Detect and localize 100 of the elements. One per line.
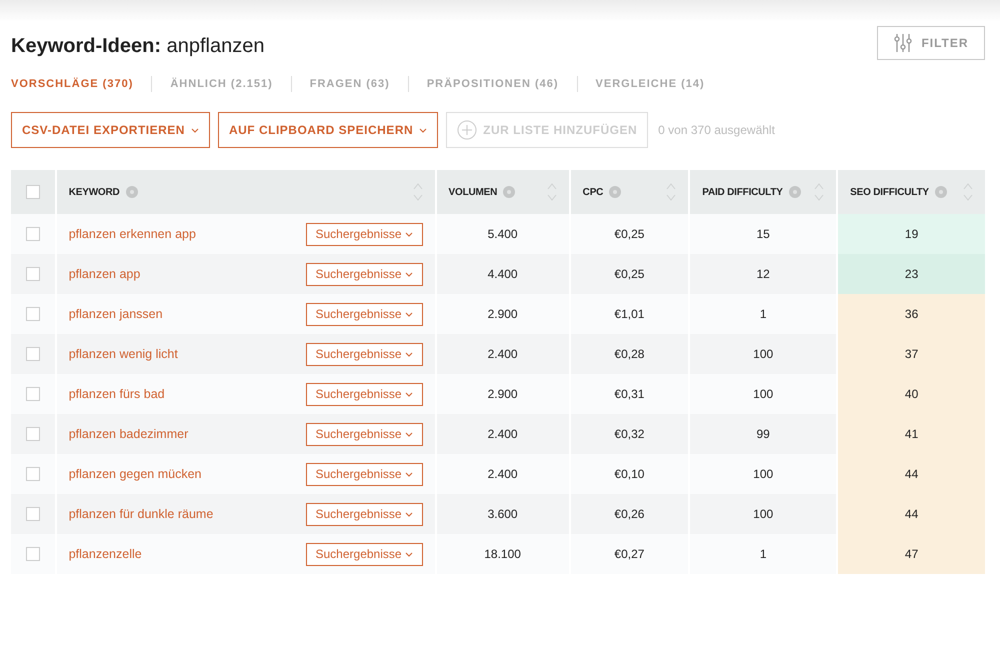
sliders-icon: [893, 33, 914, 53]
table-cell: 2.400: [436, 414, 570, 454]
caret-icon: [190, 128, 199, 132]
table-cell: 4.400: [436, 254, 570, 294]
seo-difficulty-cell: 37: [837, 334, 985, 374]
serp-dropdown[interactable]: Suchergebnisse: [306, 422, 423, 446]
serp-dropdown[interactable]: Suchergebnisse: [306, 262, 423, 286]
keyword-link[interactable]: pflanzen gegen mücken: [68, 467, 202, 481]
table-cell: 12: [689, 254, 838, 294]
table-cell: 2.400: [436, 454, 570, 494]
checkbox[interactable]: [26, 467, 40, 481]
caret-icon: [404, 272, 413, 276]
sort-icon: [963, 182, 973, 202]
checkbox[interactable]: [26, 547, 40, 561]
column-label: VOLUMEN: [448, 186, 498, 198]
sort-icon: [666, 182, 676, 202]
serp-dropdown[interactable]: Suchergebnisse: [306, 222, 423, 246]
sort-icon: [412, 182, 423, 202]
column-label: CPC: [582, 186, 604, 198]
table-cell: €0,10: [570, 454, 690, 494]
tab[interactable]: FRAGEN (63): [290, 76, 408, 92]
table-cell: 99: [689, 414, 838, 454]
keyword-link[interactable]: pflanzen erkennen app: [68, 227, 196, 241]
seo-difficulty-cell: 36: [837, 294, 985, 334]
keyword-link[interactable]: pflanzen app: [68, 267, 140, 281]
checkbox[interactable]: [26, 307, 40, 321]
dropdown-button[interactable]: CSV-DATEI EXPORTIEREN: [11, 112, 210, 148]
sort-icon: [546, 182, 557, 202]
column-label: KEYWORD: [68, 186, 120, 198]
keyword-link[interactable]: pflanzenzelle: [68, 547, 142, 561]
table-cell: 5.400: [436, 214, 570, 254]
table-cell: 1: [689, 534, 838, 574]
table-cell: 2.900: [436, 374, 570, 414]
checkbox[interactable]: [26, 507, 40, 521]
seo-difficulty-cell: 44: [837, 454, 985, 494]
help-icon: [503, 186, 516, 198]
table-cell: €1,01: [570, 294, 690, 334]
checkbox[interactable]: [26, 267, 40, 281]
checkbox[interactable]: [26, 347, 40, 361]
table-cell: 100: [689, 334, 838, 374]
table-cell: €0,31: [570, 374, 690, 414]
keyword-link[interactable]: pflanzen für dunkle räume: [68, 507, 214, 521]
help-icon: [609, 186, 622, 198]
caret-icon: [404, 432, 413, 436]
serp-dropdown[interactable]: Suchergebnisse: [306, 542, 423, 566]
selection-count: 0 von 370 ausgewählt: [658, 123, 775, 137]
table-cell: 1: [689, 294, 838, 334]
serp-dropdown[interactable]: Suchergebnisse: [306, 462, 423, 486]
seo-difficulty-cell: 41: [837, 414, 985, 454]
help-icon: [788, 186, 801, 198]
caret-icon: [419, 128, 428, 132]
seo-difficulty-cell: 44: [837, 494, 985, 534]
checkbox[interactable]: [26, 387, 40, 401]
tab[interactable]: ÄHNLICH (2.151): [151, 76, 291, 92]
caret-icon: [404, 512, 413, 516]
caret-icon: [404, 312, 413, 316]
table-cell: 3.600: [436, 494, 570, 534]
table-cell: 100: [689, 374, 838, 414]
seo-difficulty-cell: 23: [837, 254, 985, 294]
table-cell: 100: [689, 494, 838, 534]
table-cell: €0,25: [570, 254, 690, 294]
keyword-link[interactable]: pflanzen badezimmer: [68, 427, 188, 441]
serp-dropdown[interactable]: Suchergebnisse: [306, 342, 423, 366]
table-cell: 2.900: [436, 294, 570, 334]
keyword-link[interactable]: pflanzen fürs bad: [68, 387, 165, 401]
table-cell: 2.400: [436, 334, 570, 374]
checkbox[interactable]: [26, 227, 40, 241]
tab[interactable]: VERGLEICHE (14): [576, 76, 723, 92]
caret-icon: [404, 552, 413, 556]
page-title: Keyword-Ideen: anpflanzen: [11, 34, 264, 58]
sort-icon: [814, 182, 824, 202]
table-cell: €0,25: [570, 214, 690, 254]
dropdown-button[interactable]: AUF CLIPBOARD SPEICHERN: [218, 112, 438, 148]
checkbox[interactable]: [26, 185, 40, 199]
serp-dropdown[interactable]: Suchergebnisse: [306, 502, 423, 526]
table-cell: 100: [689, 454, 838, 494]
table-cell: €0,27: [570, 534, 690, 574]
keyword-link[interactable]: pflanzen janssen: [68, 307, 163, 321]
checkbox[interactable]: [26, 427, 40, 441]
table-cell: 18.100: [436, 534, 570, 574]
column-label: SEO DIFFICULTY: [850, 186, 929, 198]
help-icon: [126, 186, 138, 198]
column-label: PAID DIFFICULTY: [702, 186, 783, 198]
serp-dropdown[interactable]: Suchergebnisse: [306, 302, 423, 326]
tab[interactable]: PRÄPOSITIONEN (46): [408, 76, 577, 92]
keyword-link[interactable]: pflanzen wenig licht: [68, 347, 178, 361]
table-cell: 15: [689, 214, 838, 254]
serp-dropdown[interactable]: Suchergebnisse: [306, 382, 423, 406]
seo-difficulty-cell: 40: [837, 374, 985, 414]
caret-icon: [404, 352, 413, 356]
filter-button[interactable]: FILTER: [877, 26, 985, 60]
plus-circle-icon: [457, 120, 478, 140]
help-icon: [934, 186, 947, 198]
tab[interactable]: VORSCHLÄGE (370): [11, 76, 152, 92]
caret-icon: [404, 232, 413, 236]
caret-icon: [404, 472, 413, 476]
table-cell: €0,26: [570, 494, 690, 534]
seo-difficulty-cell: 47: [837, 534, 985, 574]
caret-icon: [404, 392, 413, 396]
table-cell: €0,28: [570, 334, 690, 374]
